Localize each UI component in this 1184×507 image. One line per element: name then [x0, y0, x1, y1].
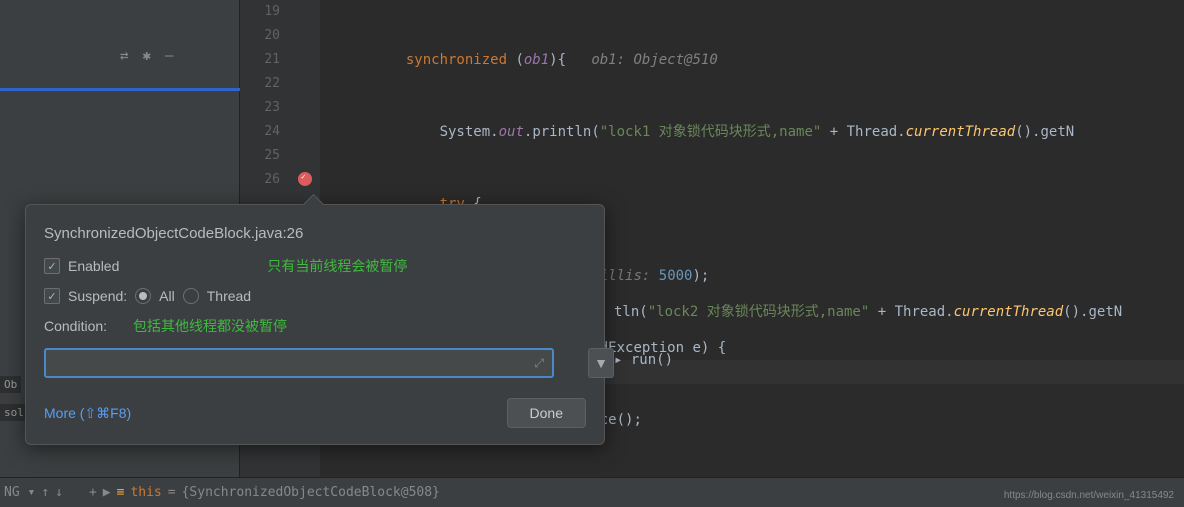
var: ob1 — [524, 52, 549, 68]
popup-title: SynchronizedObjectCodeBlock.java:26 — [44, 225, 586, 242]
eq-text: = — [168, 485, 176, 500]
radio-all[interactable] — [135, 288, 151, 304]
line-number: 26 — [240, 168, 280, 192]
panel-toolbar: ⇄ ✱ — — [120, 48, 173, 64]
left-tab-sol[interactable]: sol — [0, 404, 28, 421]
side-code: tln("lock2 对象锁代码块形式,name" + Thread.curre… — [614, 300, 1122, 324]
inline-comment: ob1: Object@510 — [591, 52, 717, 68]
dropdown-button[interactable]: ▼ — [588, 348, 614, 378]
breakpoint-icon[interactable] — [298, 172, 314, 188]
annotation-2: 包括其他线程都没被暂停 — [133, 316, 287, 336]
condition-input[interactable]: ⤢ — [44, 348, 554, 378]
code-text: ); — [693, 268, 710, 284]
settings-icon[interactable]: ⇄ — [120, 48, 128, 64]
equals-icon: ≡ — [117, 485, 125, 500]
code-text: + Thread. — [821, 124, 905, 140]
method: currentThread — [906, 124, 1016, 140]
code-text: + Thread. — [869, 304, 953, 320]
code-text: tln( — [614, 304, 648, 320]
collapse-icon[interactable]: — — [165, 48, 173, 64]
tab-indicator[interactable]: NG ▾ — [4, 485, 35, 500]
all-label: All — [159, 288, 175, 304]
nav-down-icon[interactable]: ↓ — [55, 485, 63, 500]
field: out — [499, 124, 524, 140]
suspend-label: Suspend: — [68, 288, 127, 304]
code-text: System. — [440, 124, 499, 140]
line-number: 24 — [240, 120, 280, 144]
condition-label: Condition: — [44, 318, 107, 334]
add-icon[interactable]: + — [89, 485, 97, 500]
line-number: 23 — [240, 96, 280, 120]
code-text: ().getN — [1015, 124, 1074, 140]
code-text: .println( — [524, 124, 600, 140]
thread-label: Thread — [207, 288, 251, 304]
watermark: https://blog.csdn.net/weixin_41315492 — [1004, 490, 1174, 501]
number: 5000 — [650, 268, 692, 284]
string: "lock1 对象锁代码块形式,name" — [600, 124, 822, 140]
selection-strip — [0, 88, 240, 91]
line-number: 21 — [240, 48, 280, 72]
gear-icon[interactable]: ✱ — [142, 48, 150, 64]
this-keyword: this — [130, 485, 161, 500]
code-text: ().getN — [1063, 304, 1122, 320]
radio-thread[interactable] — [183, 288, 199, 304]
done-button[interactable]: Done — [507, 398, 586, 428]
line-number: 25 — [240, 144, 280, 168]
line-number: 22 — [240, 72, 280, 96]
nav-up-icon[interactable]: ↑ — [41, 485, 49, 500]
annotation-1: 只有当前线程会被暂停 — [267, 256, 407, 276]
keyword: synchronized — [406, 52, 507, 68]
play-icon[interactable]: ▶ — [103, 485, 111, 500]
string: "lock2 对象锁代码块形式,name" — [648, 304, 870, 320]
breakpoint-popup: SynchronizedObjectCodeBlock.java:26 ✓ En… — [25, 204, 605, 445]
enabled-label: Enabled — [68, 258, 119, 274]
debug-value: {SynchronizedObjectCodeBlock@508} — [182, 485, 440, 500]
method: currentThread — [954, 304, 1064, 320]
run-label: ▸ run() — [614, 352, 673, 368]
left-tab-ob[interactable]: Ob — [0, 376, 21, 393]
more-link[interactable]: More (⇧⌘F8) — [44, 405, 131, 422]
suspend-checkbox[interactable]: ✓ — [44, 288, 60, 304]
line-number: 19 — [240, 0, 280, 24]
line-number: 20 — [240, 24, 280, 48]
expand-icon[interactable]: ⤢ — [534, 356, 544, 371]
enabled-checkbox[interactable]: ✓ — [44, 258, 60, 274]
